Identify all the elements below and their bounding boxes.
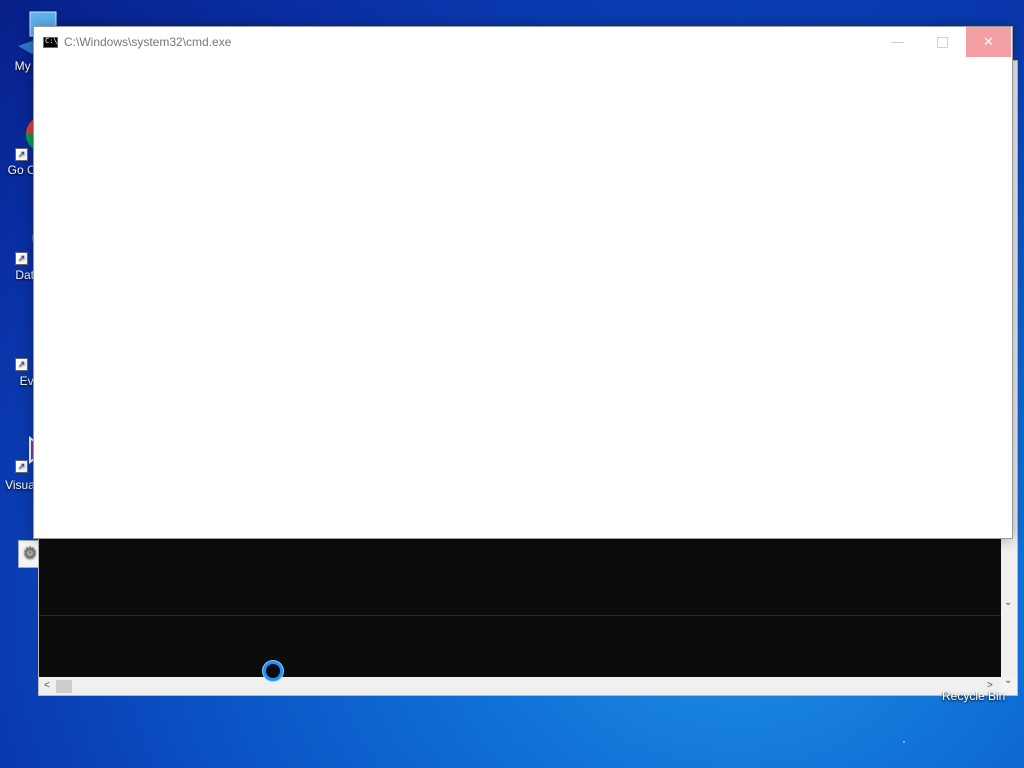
- horizontal-scrollbar[interactable]: < >: [39, 678, 1001, 695]
- scroll-left-arrow-icon[interactable]: <: [44, 680, 50, 691]
- maximize-button[interactable]: [920, 27, 965, 57]
- maximize-icon: [937, 37, 948, 49]
- divider: [39, 615, 1001, 616]
- cmd-content-area[interactable]: [34, 57, 1012, 537]
- shortcut-arrow-icon: ↗: [15, 252, 28, 265]
- minimize-icon: —: [891, 34, 904, 49]
- scroll-thumb[interactable]: [56, 680, 72, 693]
- close-icon: ✕: [983, 34, 994, 49]
- shortcut-arrow-icon: ↗: [15, 148, 28, 161]
- window-title: C:\Windows\system32\cmd.exe: [64, 35, 232, 49]
- shortcut-arrow-icon: ↗: [15, 460, 28, 473]
- recycle-bin-label[interactable]: Recycle Bin: [942, 689, 1005, 703]
- cmd-icon: C:\: [43, 37, 58, 48]
- decorative-dot: [903, 741, 905, 743]
- close-button[interactable]: ✕: [966, 27, 1011, 57]
- title-bar[interactable]: C:\ C:\Windows\system32\cmd.exe — ✕: [34, 27, 1012, 57]
- scroll-down-arrow-icon[interactable]: ⌄: [1004, 597, 1012, 608]
- busy-cursor-icon: [263, 661, 283, 681]
- shortcut-arrow-icon: ↗: [15, 358, 28, 371]
- minimize-button[interactable]: —: [875, 27, 920, 57]
- console-output-area[interactable]: [39, 537, 1001, 677]
- cmd-window[interactable]: C:\ C:\Windows\system32\cmd.exe — ✕: [33, 26, 1013, 539]
- scroll-down-arrow-icon-bottom[interactable]: ⌄: [1004, 675, 1012, 686]
